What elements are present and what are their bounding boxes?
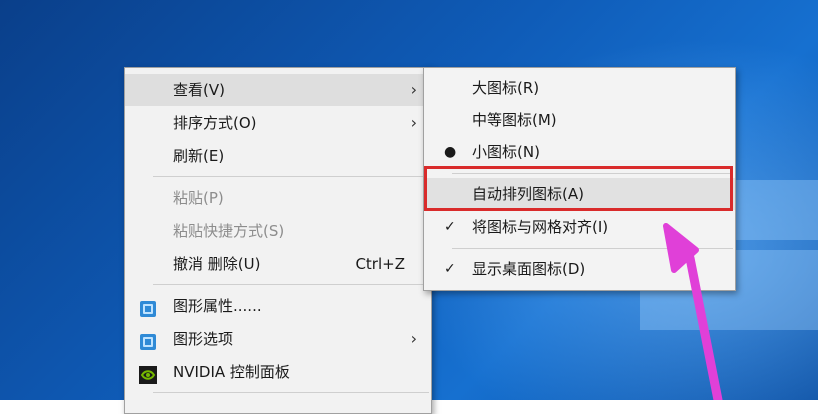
menu-item-label: 显示桌面图标(D) (472, 260, 586, 278)
chevron-right-icon: › (410, 329, 417, 348)
menu-item-paste-shortcut: 粘贴快捷方式(S) (125, 215, 431, 247)
menu-item-sort-by[interactable]: 排序方式(O) › (125, 107, 431, 139)
menu-item-label: 将图标与网格对齐(I) (472, 218, 609, 236)
intel-graphics-icon (139, 297, 157, 317)
menu-item-refresh[interactable]: 刷新(E) (125, 140, 431, 172)
menu-item-paste: 粘贴(P) (125, 182, 431, 214)
menu-item-label: 查看(V) (173, 81, 225, 99)
desktop-context-menu: 查看(V) › 排序方式(O) › 刷新(E) 粘贴(P) 粘贴快捷方式(S) … (124, 67, 432, 414)
menu-separator (153, 392, 429, 393)
red-highlight-box (424, 166, 733, 211)
nvidia-icon (139, 363, 157, 384)
menu-item-label: NVIDIA 控制面板 (173, 363, 290, 381)
submenu-item-small-icons[interactable]: ● 小图标(N) (424, 136, 735, 168)
radio-bullet-icon: ● (444, 144, 457, 160)
intel-graphics-icon (139, 330, 157, 350)
menu-item-label: 中等图标(M) (472, 111, 557, 129)
submenu-item-show-desktop-icons[interactable]: ✓ 显示桌面图标(D) (424, 253, 735, 285)
menu-item-label: 排序方式(O) (173, 114, 257, 132)
menu-separator (452, 248, 733, 249)
menu-item-view[interactable]: 查看(V) › (125, 74, 431, 106)
menu-item-graphics-properties[interactable]: 图形属性...... (125, 290, 431, 322)
menu-separator (153, 284, 429, 285)
menu-item-label: 粘贴快捷方式(S) (173, 222, 285, 240)
menu-item-label: 刷新(E) (173, 147, 225, 165)
menu-item-label: 大图标(R) (472, 79, 540, 97)
menu-item-nvidia-control-panel[interactable]: NVIDIA 控制面板 (125, 356, 431, 388)
menu-item-undo-delete[interactable]: 撤消 删除(U) Ctrl+Z (125, 248, 431, 280)
chevron-right-icon: › (410, 113, 417, 132)
submenu-item-large-icons[interactable]: 大图标(R) (424, 72, 735, 104)
menu-separator (153, 176, 429, 177)
submenu-item-align-to-grid[interactable]: ✓ 将图标与网格对齐(I) (424, 211, 735, 243)
submenu-item-medium-icons[interactable]: 中等图标(M) (424, 104, 735, 136)
chevron-right-icon: › (410, 80, 417, 99)
checkmark-icon: ✓ (444, 219, 456, 235)
menu-item-label: 粘贴(P) (173, 189, 224, 207)
menu-item-label: 图形选项 (173, 330, 234, 348)
shortcut-label: Ctrl+Z (355, 255, 405, 273)
menu-item-graphics-options[interactable]: 图形选项 › (125, 323, 431, 355)
menu-item-label: 撤消 删除(U) (173, 255, 261, 273)
checkmark-icon: ✓ (444, 261, 456, 277)
menu-item-label: 图形属性...... (173, 297, 262, 315)
menu-item-label: 小图标(N) (472, 143, 540, 161)
